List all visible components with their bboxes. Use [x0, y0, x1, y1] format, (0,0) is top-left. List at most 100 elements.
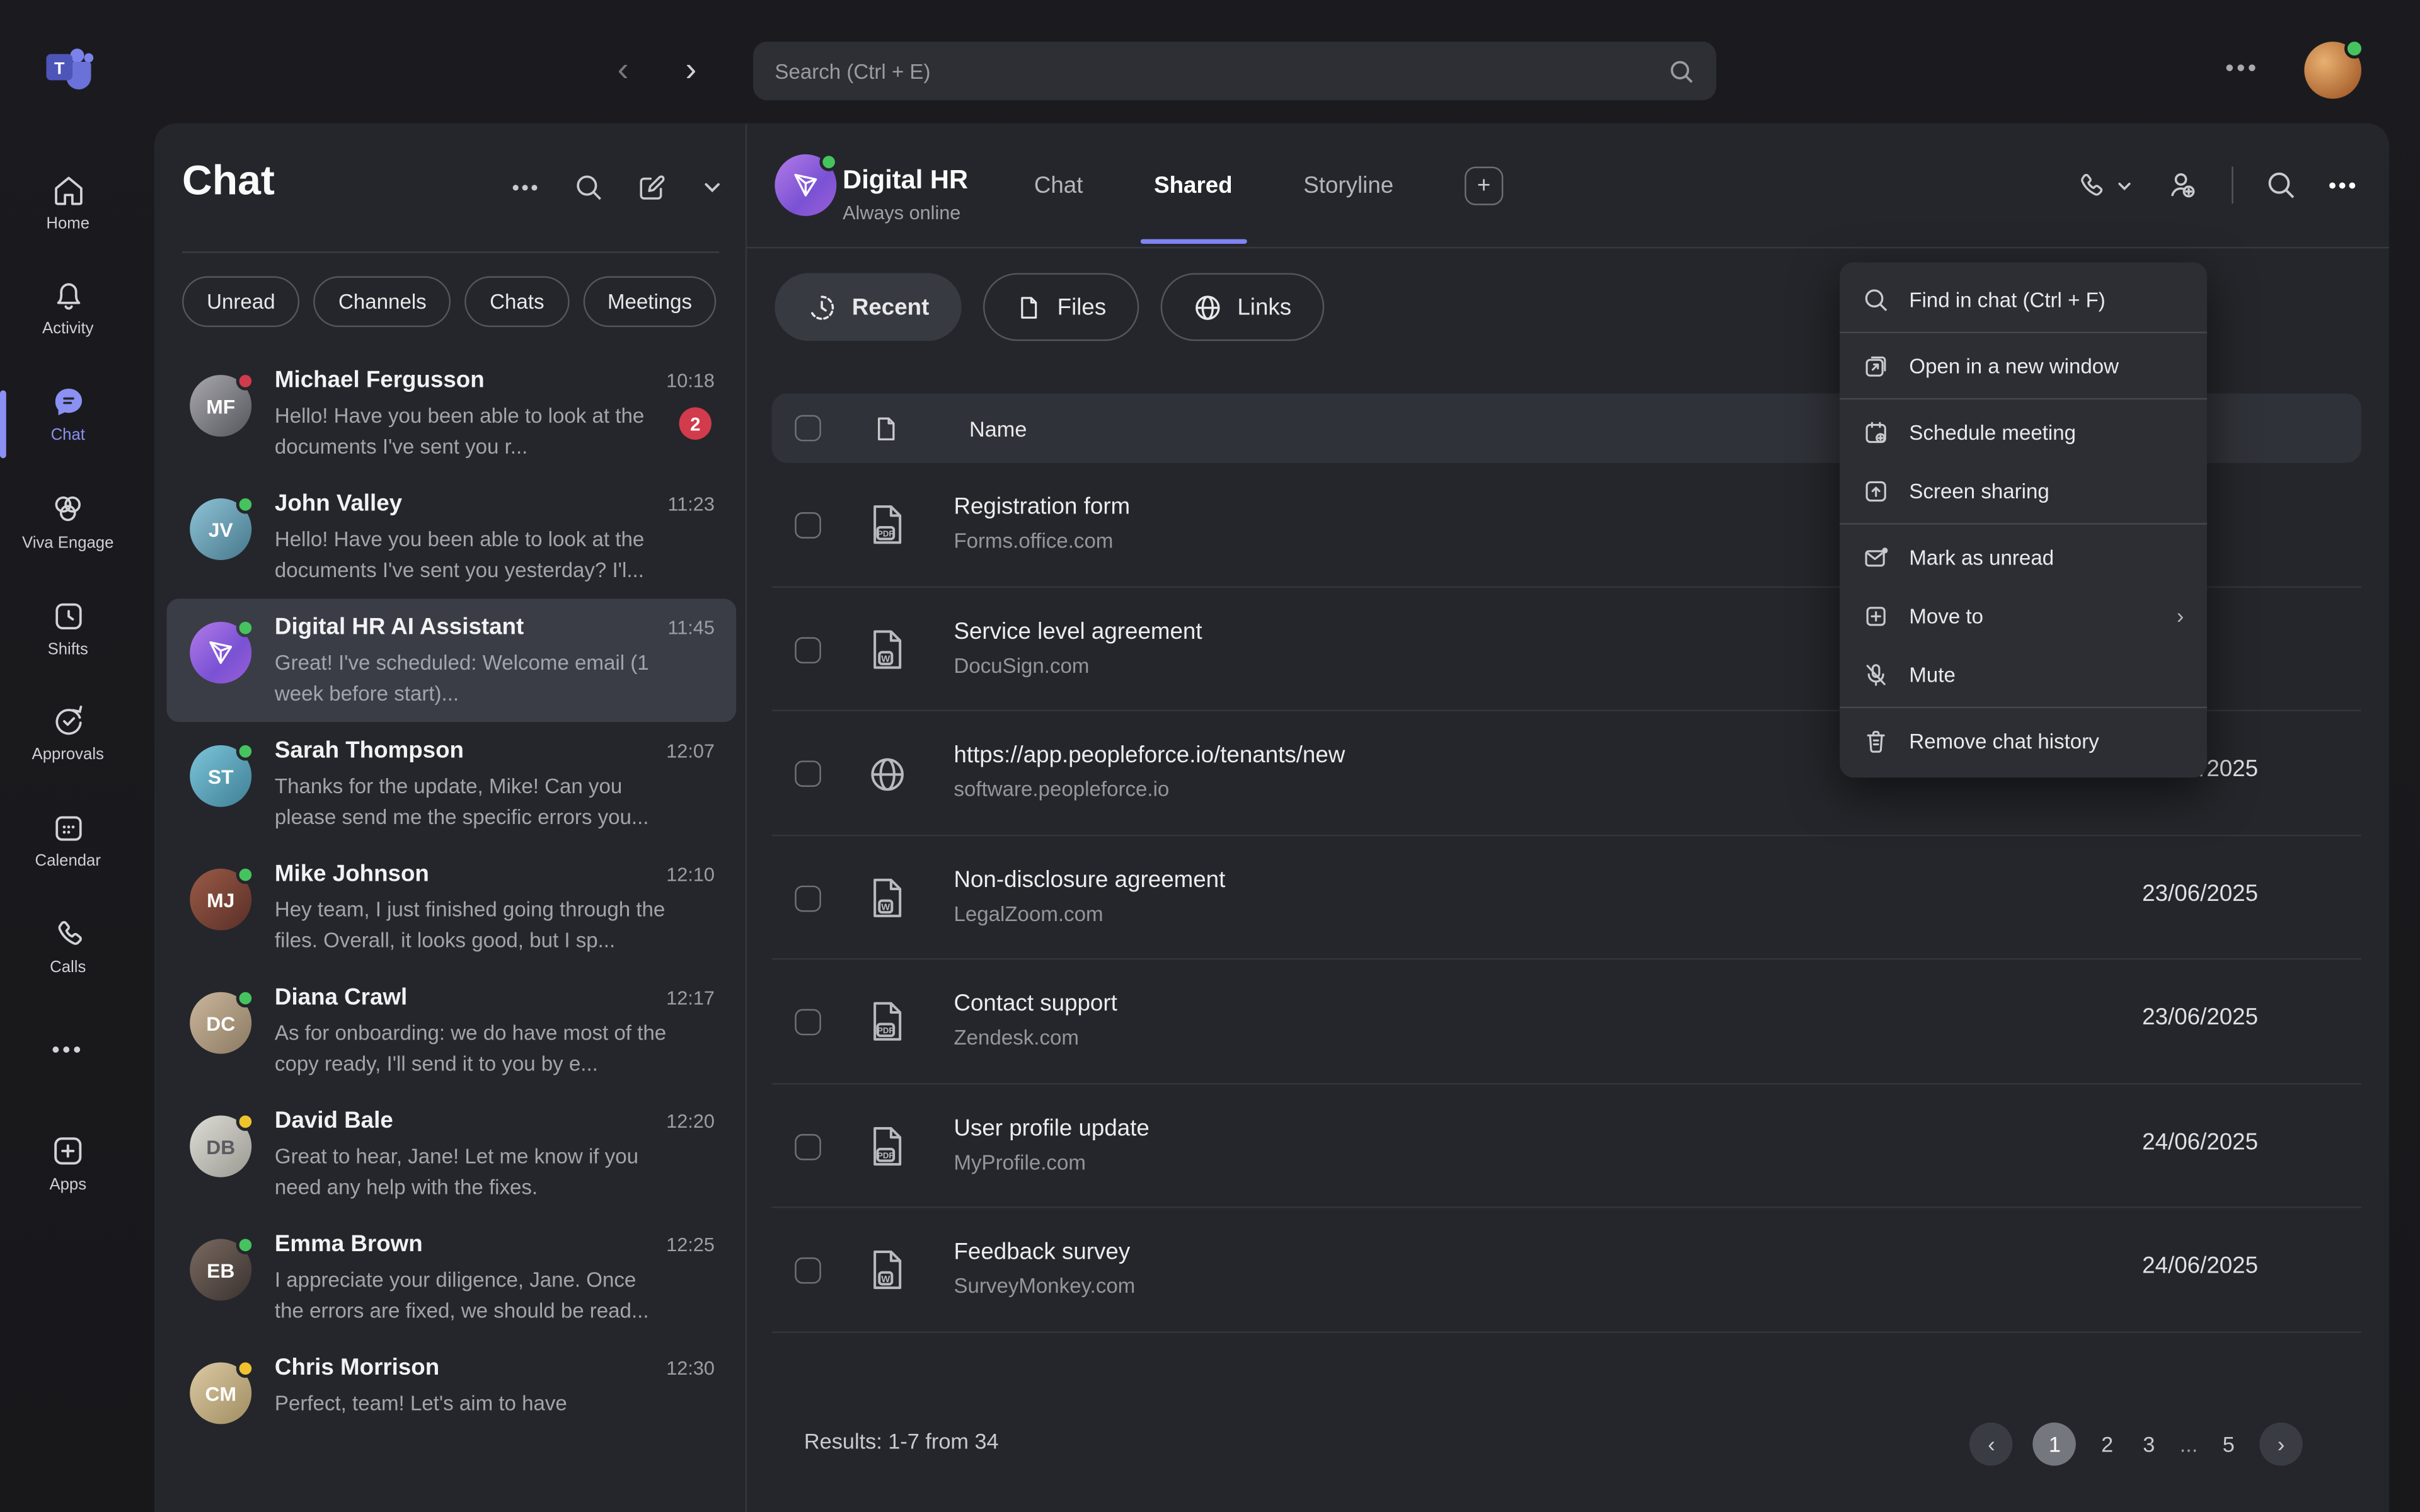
file-name[interactable]: Feedback survey: [954, 1239, 1130, 1266]
page-5[interactable]: 5: [2218, 1432, 2239, 1457]
chat-search-icon[interactable]: [574, 173, 604, 202]
avatar: MJ: [190, 869, 251, 931]
table-row[interactable]: PDF Contact support Zendesk.com 23/06/20…: [771, 959, 2361, 1084]
search-input[interactable]: Search (Ctrl + E): [753, 42, 1716, 100]
sidebar-item-approvals[interactable]: Approvals: [0, 704, 136, 790]
settings-more-icon[interactable]: •••: [2225, 55, 2259, 82]
conversation-more-icon[interactable]: •••: [2329, 173, 2358, 197]
sidebar-item-viva-engage[interactable]: Viva Engage: [0, 491, 136, 577]
row-checkbox[interactable]: [795, 1009, 821, 1036]
list-item[interactable]: MF Michael Fergusson 10:18 Hello! Have y…: [166, 352, 736, 475]
file-date: 24/06/2025: [2142, 1253, 2258, 1280]
chat-preview: I appreciate your diligence, Jane. Once …: [275, 1265, 668, 1327]
chevron-down-icon[interactable]: [701, 176, 724, 199]
filter-chip-meetings[interactable]: Meetings: [583, 276, 717, 327]
nav-forward-icon[interactable]: ›: [685, 46, 696, 92]
sidebar-item-calendar[interactable]: Calendar: [0, 810, 136, 896]
list-item[interactable]: ST Sarah Thompson 12:07 Thanks for the u…: [166, 722, 736, 845]
menu-item-remove-chat-history[interactable]: Remove chat history: [1840, 711, 2207, 770]
filter-chip-chats[interactable]: Chats: [465, 276, 569, 327]
list-item-selected[interactable]: Digital HR AI Assistant 11:45 Great! I'v…: [166, 598, 736, 722]
file-name[interactable]: User profile update: [954, 1114, 1149, 1141]
chat-preview: Thanks for the update, Mike! Can you ple…: [275, 771, 668, 833]
row-checkbox[interactable]: [795, 636, 821, 663]
menu-item-open-new-window[interactable]: Open in a new window: [1840, 336, 2207, 395]
sidebar-item-label: Calls: [50, 958, 86, 976]
page-2[interactable]: 2: [2097, 1432, 2118, 1457]
file-domain: LegalZoom.com: [954, 902, 1103, 925]
table-row[interactable]: PDF User profile update MyProfile.com 24…: [771, 1084, 2361, 1208]
avatar: JV: [190, 498, 251, 560]
new-chat-icon[interactable]: [637, 173, 667, 202]
list-item[interactable]: DB David Bale 12:20 Great to hear, Jane!…: [166, 1092, 736, 1216]
menu-item-mute[interactable]: Mute: [1840, 645, 2207, 704]
file-name[interactable]: Service level agreement: [954, 618, 1202, 644]
chat-time: 12:17: [666, 987, 715, 1009]
chat-time: 12:10: [666, 864, 715, 885]
svg-text:PDF: PDF: [877, 1150, 894, 1159]
menu-item-find-in-chat[interactable]: Find in chat (Ctrl + F): [1840, 270, 2207, 329]
table-row[interactable]: W Feedback survey SurveyMonkey.com 24/06…: [771, 1208, 2361, 1332]
chat-preview: As for onboarding: we do have most of th…: [275, 1018, 668, 1080]
chat-name: David Bale: [275, 1108, 393, 1134]
sidebar-item-shifts[interactable]: Shifts: [0, 598, 136, 685]
file-name[interactable]: Registration form: [954, 494, 1130, 520]
tab-shared[interactable]: Shared: [1154, 123, 1233, 247]
menu-item-move-to[interactable]: Move to ›: [1840, 587, 2207, 645]
chat-preview: Hello! Have you been able to look at the…: [275, 401, 645, 463]
chat-preview: Perfect, team! Let's aim to have: [275, 1389, 668, 1419]
filter-chip-channels[interactable]: Channels: [314, 276, 451, 327]
list-item[interactable]: CM Chris Morrison 12:30 Perfect, team! L…: [166, 1339, 736, 1463]
sidebar-item-activity[interactable]: Activity: [0, 278, 136, 364]
presence-dot: [236, 1360, 255, 1378]
next-page-button[interactable]: ›: [2259, 1423, 2303, 1466]
row-checkbox[interactable]: [795, 760, 821, 787]
filter-chip-unread[interactable]: Unread: [182, 276, 300, 327]
list-item[interactable]: MJ Mike Johnson 12:10 Hey team, I just f…: [166, 845, 736, 969]
row-checkbox[interactable]: [795, 1133, 821, 1160]
pagination: ‹ 1 2 3 ... 5 ›: [1970, 1423, 2303, 1466]
files-button[interactable]: Files: [983, 273, 1139, 341]
sidebar-item-calls[interactable]: Calls: [0, 917, 136, 1003]
sidebar-item-home[interactable]: Home: [0, 173, 136, 259]
page-3[interactable]: 3: [2138, 1432, 2160, 1457]
file-name[interactable]: Contact support: [954, 990, 1117, 1017]
call-button[interactable]: [2074, 169, 2133, 201]
divider: [2232, 166, 2233, 203]
table-row[interactable]: W Non-disclosure agreement LegalZoom.com…: [771, 835, 2361, 959]
find-in-chat-icon[interactable]: [2266, 169, 2296, 200]
tab-chat[interactable]: Chat: [1034, 123, 1083, 247]
menu-item-screen-sharing[interactable]: Screen sharing: [1840, 461, 2207, 520]
select-all-checkbox[interactable]: [795, 415, 821, 442]
recent-button[interactable]: Recent: [775, 273, 961, 341]
sidebar-item-apps[interactable]: Apps: [0, 1133, 136, 1219]
row-checkbox[interactable]: [795, 885, 821, 911]
page-1[interactable]: 1: [2033, 1423, 2077, 1466]
user-avatar[interactable]: [2304, 42, 2361, 99]
rail-more-icon[interactable]: •••: [0, 1037, 136, 1074]
chat-time: 11:23: [668, 494, 715, 515]
sidebar-item-chat[interactable]: Chat: [0, 384, 136, 471]
tab-storyline[interactable]: Storyline: [1303, 123, 1393, 247]
list-item[interactable]: EB Emma Brown 12:25 I appreciate your di…: [166, 1216, 736, 1339]
sidebar-item-label: Home: [46, 214, 89, 232]
prev-page-button[interactable]: ‹: [1970, 1423, 2014, 1466]
add-tab-button[interactable]: +: [1465, 166, 1503, 204]
links-button[interactable]: Links: [1160, 273, 1324, 341]
row-checkbox[interactable]: [795, 1257, 821, 1284]
column-header-name[interactable]: Name: [969, 416, 1027, 440]
globe-icon: [1192, 292, 1222, 322]
add-people-button[interactable]: [2165, 168, 2199, 202]
chat-time: 12:20: [666, 1111, 715, 1132]
link-url[interactable]: https://app.peopleforce.io/tenants/new: [954, 742, 1345, 769]
row-checkbox[interactable]: [795, 512, 821, 539]
chat-more-icon[interactable]: •••: [512, 176, 540, 199]
nav-back-icon[interactable]: ‹: [618, 46, 629, 92]
menu-item-schedule-meeting[interactable]: Schedule meeting: [1840, 403, 2207, 461]
screen-share-icon: [1863, 478, 1889, 504]
menu-item-mark-as-unread[interactable]: Mark as unread: [1840, 528, 2207, 587]
list-item[interactable]: JV John Valley 11:23 Hello! Have you bee…: [166, 475, 736, 598]
file-name[interactable]: Non-disclosure agreement: [954, 866, 1225, 893]
svg-text:W: W: [881, 902, 890, 912]
list-item[interactable]: DC Diana Crawl 12:17 As for onboarding: …: [166, 969, 736, 1092]
